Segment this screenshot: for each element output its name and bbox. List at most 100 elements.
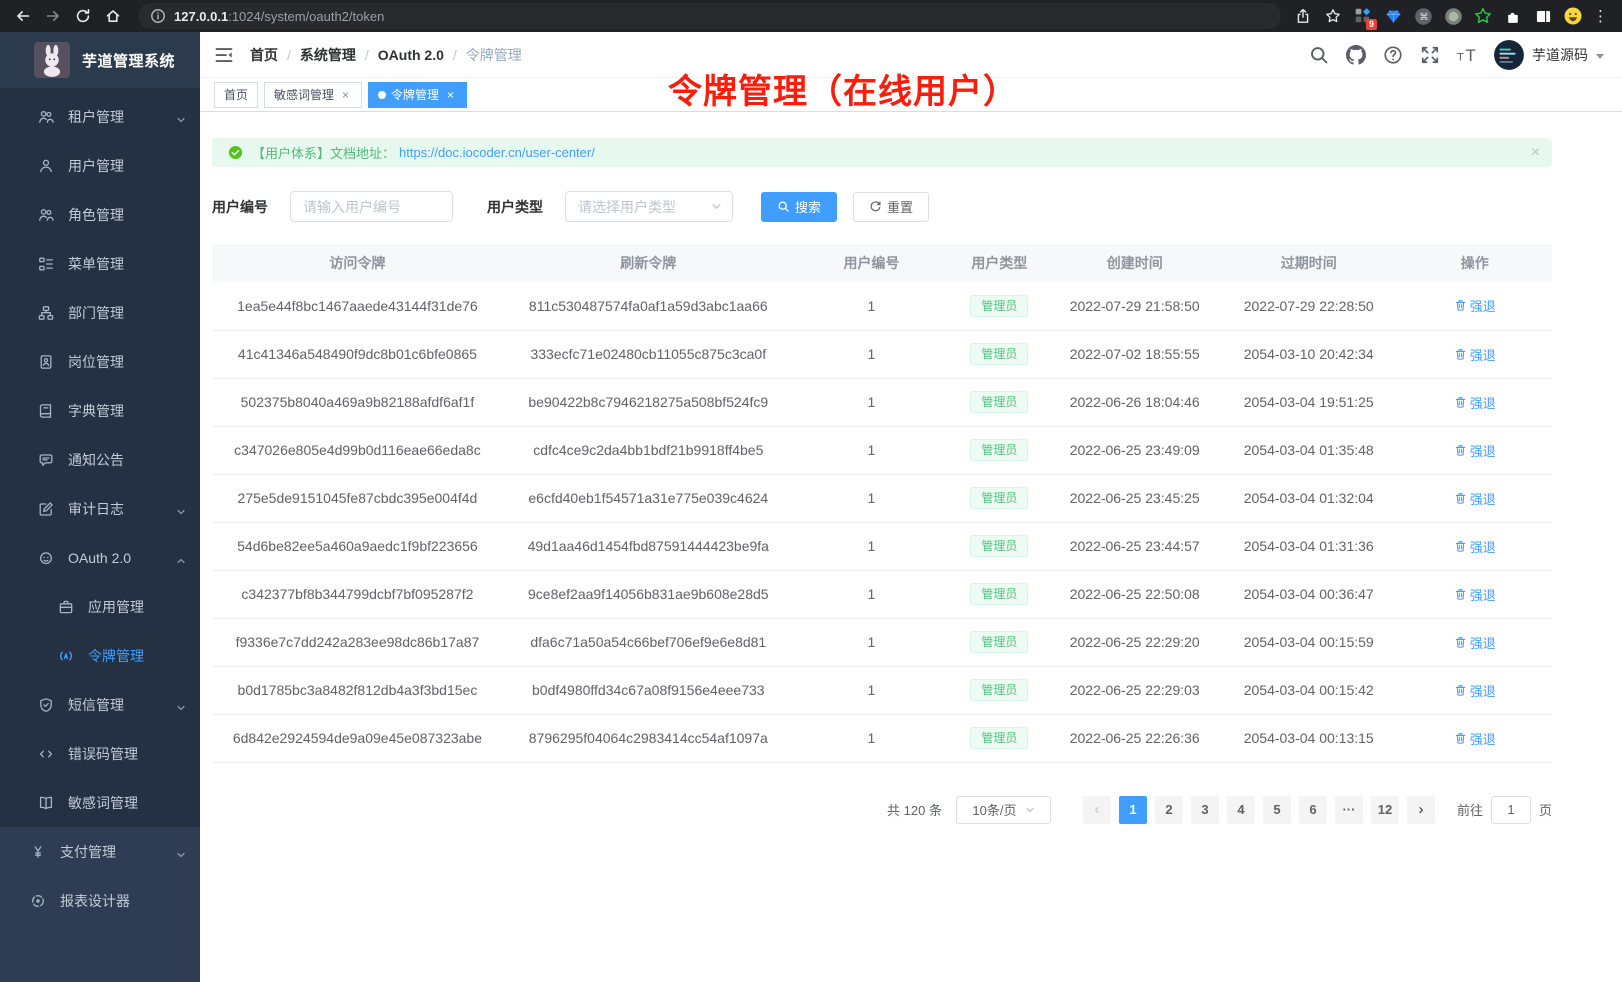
browser-forward-icon[interactable] (40, 3, 66, 29)
emoji-extension-icon[interactable] (1563, 6, 1583, 26)
reset-button[interactable]: 重置 (853, 192, 929, 222)
sidebar-item-target[interactable]: 报表设计器 (0, 876, 200, 925)
sidebar-item-label: 用户管理 (68, 156, 186, 176)
breadcrumb-item[interactable]: 首页 (250, 45, 278, 65)
goto-label: 前往 (1457, 800, 1483, 819)
page-ellipsis-button[interactable]: ··· (1335, 796, 1363, 824)
force-logout-button[interactable]: 强退 (1454, 681, 1496, 700)
extension-grid-icon[interactable]: 9 (1353, 6, 1373, 26)
chevron-down-icon (176, 700, 186, 710)
force-logout-button[interactable]: 强退 (1454, 393, 1496, 412)
gem-extension-icon[interactable] (1383, 6, 1403, 26)
force-logout-button[interactable]: 强退 (1454, 585, 1496, 604)
tab-close-icon[interactable]: × (339, 88, 352, 102)
tab-close-icon[interactable]: × (444, 88, 457, 102)
target-icon (30, 893, 46, 909)
sidebar-item-label: 错误码管理 (68, 744, 186, 764)
tab-item[interactable]: 敏感词管理× (264, 82, 362, 108)
tab-item[interactable]: 首页 (214, 82, 258, 108)
puzzle-extension-icon[interactable] (1503, 6, 1523, 26)
force-logout-button[interactable]: 强退 (1454, 296, 1496, 315)
sidebar-item-token[interactable]: 令牌管理 (0, 631, 200, 680)
sidebar-item-org[interactable]: 部门管理 (0, 288, 200, 337)
help-icon[interactable] (1383, 45, 1403, 65)
page-button[interactable]: 4 (1227, 796, 1255, 824)
page-button[interactable]: 5 (1263, 796, 1291, 824)
force-logout-button[interactable]: 强退 (1454, 729, 1496, 748)
search-button[interactable]: 搜索 (761, 192, 837, 222)
sidebar-item-edit[interactable]: 审计日志 (0, 484, 200, 533)
sidebar-item-label: 支付管理 (60, 842, 176, 862)
fullscreen-icon[interactable] (1420, 45, 1440, 65)
create-time-cell: 2022-06-25 22:26:36 (1049, 714, 1220, 762)
create-time-cell: 2022-06-25 22:29:03 (1049, 666, 1220, 714)
page-button[interactable]: 3 (1191, 796, 1219, 824)
user-type-cell: 管理员 (949, 474, 1049, 522)
sidebar-item-book[interactable]: 敏感词管理 (0, 778, 200, 827)
user-type-badge: 管理员 (970, 631, 1028, 653)
site-info-icon[interactable] (150, 8, 166, 24)
sidebar-item-app[interactable]: 应用管理 (0, 582, 200, 631)
bookmark-star-icon[interactable] (1323, 6, 1343, 26)
sidebar-item-label: 租户管理 (68, 107, 176, 127)
user-id-input[interactable] (290, 191, 453, 222)
sidebar-collapse-icon[interactable] (214, 45, 234, 65)
sidebar-menu-bottom: 支付管理报表设计器 (0, 827, 200, 982)
sidebar-item-users[interactable]: 租户管理 (0, 92, 200, 141)
sidebar-item-shield[interactable]: 短信管理 (0, 680, 200, 729)
force-logout-button[interactable]: 强退 (1454, 345, 1496, 364)
search-icon (777, 200, 790, 213)
alert-text: 【用户体系】文档地址： (252, 143, 395, 162)
page-button[interactable]: 12 (1371, 796, 1399, 824)
sidebar-item-code[interactable]: 错误码管理 (0, 729, 200, 778)
sidebar-item-dict[interactable]: 字典管理 (0, 386, 200, 435)
tab-active[interactable]: 令牌管理× (368, 82, 467, 108)
force-logout-button[interactable]: 强退 (1454, 489, 1496, 508)
browser-home-icon[interactable] (100, 3, 126, 29)
sidebar-item-users[interactable]: 角色管理 (0, 190, 200, 239)
record-extension-icon[interactable] (1443, 6, 1463, 26)
breadcrumb-item[interactable]: OAuth 2.0 (378, 47, 444, 63)
star-extension-icon[interactable] (1473, 6, 1493, 26)
force-logout-button[interactable]: 强退 (1454, 537, 1496, 556)
page-button[interactable]: 6 (1299, 796, 1327, 824)
command-extension-icon[interactable]: ⌘ (1413, 6, 1433, 26)
browser-back-icon[interactable] (10, 3, 36, 29)
force-logout-button[interactable]: 强退 (1454, 633, 1496, 652)
github-icon[interactable] (1346, 45, 1366, 65)
user-type-select[interactable]: 请选择用户类型 (565, 191, 733, 222)
url-bar[interactable]: 127.0.0.1:1024/system/oauth2/token (138, 3, 1281, 29)
table-row: 41c41346a548490f9dc8b01c6bfe0865333ecfc7… (212, 330, 1552, 378)
chevron-down-icon (176, 847, 186, 857)
browser-menu-dots-icon[interactable]: ⋮ (1593, 9, 1608, 24)
sidebar-item-badge[interactable]: 岗位管理 (0, 337, 200, 386)
user-type-cell: 管理员 (949, 426, 1049, 474)
page-button[interactable]: 1 (1119, 796, 1147, 824)
goto-page-input[interactable] (1491, 796, 1531, 824)
breadcrumb-item[interactable]: 系统管理 (300, 45, 356, 65)
reading-list-extension-icon[interactable] (1533, 6, 1553, 26)
page-button[interactable]: 2 (1155, 796, 1183, 824)
filter-bar: 用户编号 用户类型 请选择用户类型 搜索 重置 (212, 191, 1552, 222)
header-search-icon[interactable] (1309, 45, 1329, 65)
font-size-icon[interactable]: TT (1457, 45, 1477, 65)
sidebar-item-yen[interactable]: 支付管理 (0, 827, 200, 876)
sidebar-item-chat[interactable]: 通知公告 (0, 435, 200, 484)
share-icon[interactable] (1293, 6, 1313, 26)
alert-close-icon[interactable]: × (1531, 145, 1540, 161)
user-type-badge: 管理员 (970, 343, 1028, 365)
refresh-token-cell: b0df4980ffd34c67a08f9156e4eee733 (503, 666, 794, 714)
sidebar-item-tree[interactable]: 菜单管理 (0, 239, 200, 288)
user-menu[interactable]: 芋道源码 (1494, 40, 1604, 70)
sidebar-item-user[interactable]: 用户管理 (0, 141, 200, 190)
force-logout-button[interactable]: 强退 (1454, 441, 1496, 460)
doc-link[interactable]: https://doc.iocoder.cn/user-center/ (399, 145, 595, 160)
next-page-button[interactable]: › (1407, 796, 1435, 824)
svg-text:⌘: ⌘ (1419, 12, 1429, 23)
access-token-cell: 54d6be82ee5a460a9aedc1f9bf223656 (212, 522, 503, 570)
browser-reload-icon[interactable] (70, 3, 96, 29)
page-size-select[interactable]: 10条/页 (956, 796, 1051, 824)
column-header: 操作 (1397, 244, 1552, 282)
prev-page-button[interactable]: ‹ (1083, 796, 1111, 824)
sidebar-item-robot[interactable]: OAuth 2.0 (0, 533, 200, 582)
